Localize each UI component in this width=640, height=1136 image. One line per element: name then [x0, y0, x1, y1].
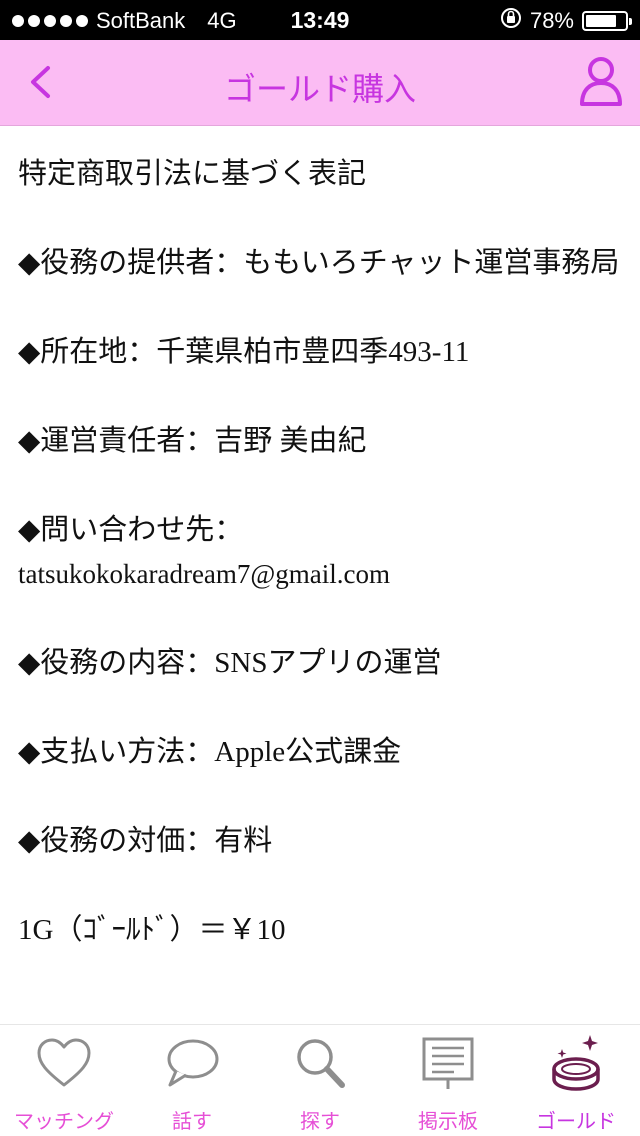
status-right: 78%	[500, 7, 632, 35]
heart-icon	[37, 1038, 91, 1087]
battery-level	[586, 15, 616, 27]
battery-icon	[582, 11, 632, 31]
legal-notice-content: 特定商取引法に基づく表記 ◆役務の提供者：ももいろチャット運営事務局 ◆所在地：…	[0, 126, 640, 1024]
payment-method: ◆支払い方法：Apple公式課金	[18, 736, 402, 768]
tab-bar: マッチング 話す 探す 掲示板 ゴールド	[0, 1024, 640, 1136]
service-content: ◆役務の内容：SNSアプリの運営	[18, 647, 442, 679]
tab-label: 話す	[172, 1109, 212, 1133]
contact-email: tatsukokokaradream7@gmail.com	[18, 559, 391, 589]
tab-label: ゴールド	[536, 1109, 616, 1133]
tab-label: マッチング	[14, 1109, 114, 1133]
tab-gold[interactable]: ゴールド	[512, 1025, 640, 1136]
orientation-lock-icon	[500, 7, 522, 35]
gold-coin-icon	[552, 1035, 600, 1091]
search-icon	[297, 1039, 345, 1088]
operation-manager: ◆運営責任者：吉野 美由紀	[18, 425, 367, 457]
user-icon	[580, 57, 622, 106]
service-provider: ◆役務の提供者：ももいろチャット運営事務局	[18, 247, 620, 279]
tab-search[interactable]: 探す	[256, 1025, 384, 1136]
gold-rate: 1G（ｺﾞｰﾙﾄﾞ）＝￥10	[18, 914, 286, 946]
status-bar: SoftBank 4G 13:49 78%	[0, 0, 640, 40]
contact-info: ◆問い合わせ先： tatsukokokaradream7@gmail.com	[18, 508, 630, 596]
tab-bulletin-board[interactable]: 掲示板	[384, 1025, 512, 1136]
service-price: ◆役務の対価：有料	[18, 825, 273, 857]
navigation-bar: ゴールド購入	[0, 40, 640, 126]
legal-notice-heading: 特定商取引法に基づく表記	[18, 158, 367, 190]
business-location: ◆所在地：千葉県柏市豊四季493-11	[18, 336, 470, 368]
bulletin-board-icon	[422, 1037, 474, 1089]
tab-matching[interactable]: マッチング	[0, 1025, 128, 1136]
chat-bubble-icon	[167, 1039, 219, 1087]
contact-label: ◆問い合わせ先：	[18, 514, 244, 546]
tab-label: 探す	[300, 1109, 340, 1133]
profile-button[interactable]	[576, 56, 626, 108]
legal-notice-text: 特定商取引法に基づく表記 ◆役務の提供者：ももいろチャット運営事務局 ◆所在地：…	[18, 152, 630, 997]
tab-talk[interactable]: 話す	[128, 1025, 256, 1136]
tab-label: 掲示板	[418, 1109, 478, 1133]
battery-percent: 78%	[529, 8, 574, 33]
page-title: ゴールド購入	[223, 70, 416, 108]
